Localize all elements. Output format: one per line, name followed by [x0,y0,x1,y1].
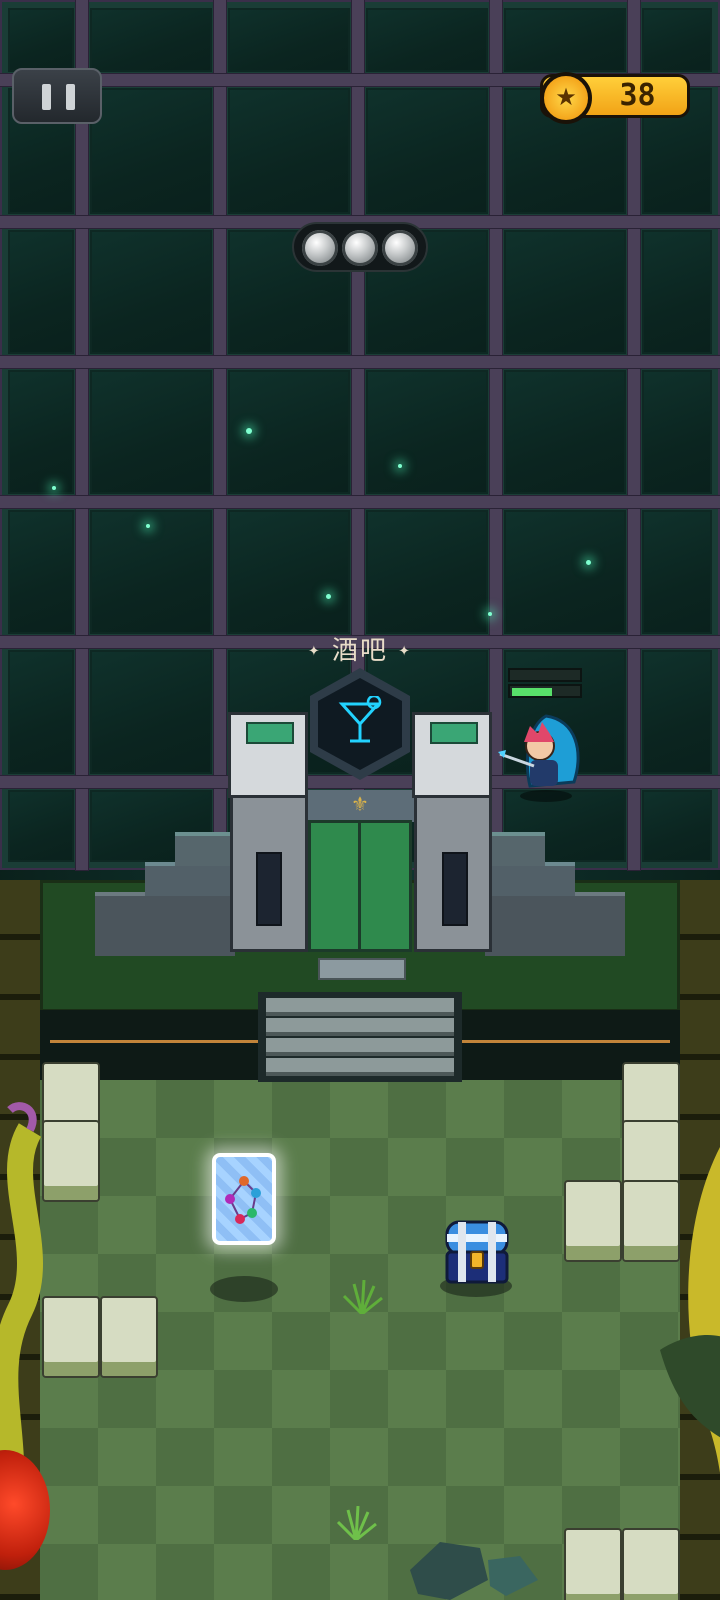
orb-slot [382,230,418,266]
orb-slots [292,222,428,272]
orb-slot [302,230,338,266]
glint [52,486,56,490]
step [266,1058,454,1076]
window-pane [634,222,720,362]
stone-block [100,1296,158,1378]
player-health-bar [508,668,582,702]
window-pane [82,80,220,222]
game-scene: 38 ★ ⚜ ✦ 酒吧 ✦ [0,0,720,1600]
coin-count: 38 [619,78,656,113]
step [266,998,454,1016]
stone-wing-right [485,892,625,956]
pause-button[interactable] [12,68,102,124]
pillar-right-slot [442,852,468,926]
star-coin-icon: ★ [540,72,592,124]
window-pane [358,80,496,222]
label-ornament-right: ✦ [398,643,412,660]
window-bar-vertical [628,0,640,870]
window-pane [496,502,634,642]
window-pane [634,502,720,642]
door-plaque [318,958,406,980]
window-pane [358,502,496,642]
window-pane [496,222,634,362]
constellation-card-icon [225,1176,261,1224]
window-bar-horizontal [0,496,720,508]
stone-block [42,1120,100,1202]
window-pane [220,502,358,642]
step [266,1018,454,1036]
window-pane [220,362,358,502]
window-pane [0,782,82,870]
stone-block [42,1296,100,1378]
window-pane [0,362,82,502]
building-label: ✦ 酒吧 ✦ [300,630,420,666]
window-pane [358,0,496,80]
building-name: 酒吧 [331,636,388,666]
glint [246,428,252,434]
window-pane [634,642,720,782]
window-pane [82,0,220,80]
stone-wing-left [95,892,235,956]
window-pane [0,502,82,642]
grass-tuft [342,1280,383,1314]
fleur-de-lis-icon: ⚜ [351,792,369,816]
constellation-card[interactable] [212,1153,276,1245]
card-shadow [210,1276,278,1302]
rock-cluster [410,1542,538,1600]
window-pane [634,782,720,870]
window-pane [82,502,220,642]
window-bar-vertical [214,0,226,870]
stone-block [564,1528,622,1600]
window-pane [0,222,82,362]
window-pane [82,642,220,782]
window-pane [220,80,358,222]
window-pane [496,0,634,80]
health-fill [512,688,552,696]
rail-left [50,1040,260,1043]
window-pane [358,362,496,502]
window-bar-vertical [76,0,88,870]
window-bar-horizontal [0,356,720,368]
glint [398,464,402,468]
window-pane [496,362,634,502]
window-pane [82,362,220,502]
step [266,1038,454,1056]
glint [488,612,492,616]
cocktail-icon [338,696,382,743]
window-pane [634,362,720,502]
giant-leaf-plant [660,1147,720,1474]
rail-right [460,1040,670,1043]
label-ornament-left: ✦ [307,643,322,660]
orb-slot [342,230,378,266]
window-pane [634,0,720,80]
door-split [358,820,361,952]
pillar-left-band [246,722,294,744]
treasure-chest-icon[interactable] [444,1218,510,1288]
glint [146,524,150,528]
glint [326,594,331,599]
stone-block [564,1180,622,1262]
window-pane [0,642,82,782]
hero-character[interactable] [494,712,594,802]
pillar-right-band [430,722,478,744]
grass-tuft [336,1506,377,1540]
window-pane [220,0,358,80]
pillar-left-slot [256,852,282,926]
window-pane [82,222,220,362]
glint [586,560,591,565]
